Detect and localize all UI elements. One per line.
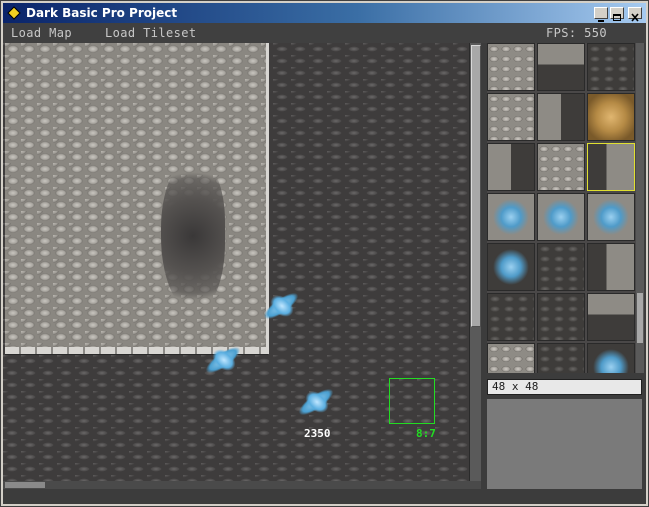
- minimize-icon: [598, 20, 604, 22]
- status-strip: [3, 489, 646, 504]
- tileset-vertical-scrollbar[interactable]: [636, 43, 644, 373]
- app-canvas: Load Map Load Tileset FPS: 550 2350 8:7: [3, 23, 646, 504]
- tileset-tile[interactable]: [587, 343, 635, 373]
- tileset-tile[interactable]: [487, 93, 535, 141]
- tileset-tile-selected[interactable]: [587, 143, 635, 191]
- map-horizontal-scroll-thumb[interactable]: [5, 482, 45, 488]
- maximize-icon: [613, 14, 621, 21]
- load-map-button[interactable]: Load Map: [11, 26, 72, 40]
- fps-counter: FPS: 550: [546, 26, 607, 40]
- tileset-tile[interactable]: [537, 193, 585, 241]
- tileset-tile[interactable]: [587, 193, 635, 241]
- app-icon: [7, 6, 21, 20]
- cobblestone-region: [5, 43, 268, 347]
- tileset-tile[interactable]: [487, 243, 535, 291]
- tile-size-label: 48 x 48: [492, 380, 539, 393]
- tileset-tile[interactable]: [537, 243, 585, 291]
- tileset-tile[interactable]: [487, 143, 535, 191]
- tileset-tile[interactable]: [487, 193, 535, 241]
- tileset-scroll-thumb[interactable]: [637, 293, 643, 343]
- tileset-tile[interactable]: [487, 293, 535, 341]
- tileset-tile[interactable]: [587, 293, 635, 341]
- water-puddle: [295, 384, 337, 420]
- cursor-coordinate-label: 8:7: [416, 427, 436, 440]
- load-tileset-button[interactable]: Load Tileset: [105, 26, 197, 40]
- application-window: Dark Basic Pro Project Load Map Load Til…: [0, 0, 649, 507]
- tileset-tile[interactable]: [587, 93, 635, 141]
- tileset-panel: 48 x 48: [481, 43, 646, 489]
- tileset-tile[interactable]: [587, 243, 635, 291]
- tileset-tile[interactable]: [487, 43, 535, 91]
- crater-patch: [161, 161, 225, 311]
- map-vertical-scrollbar[interactable]: [469, 43, 481, 481]
- water-puddle: [260, 288, 302, 324]
- tile-size-field[interactable]: 48 x 48: [487, 379, 642, 395]
- tileset-tile[interactable]: [537, 93, 585, 141]
- tileset-tile[interactable]: [587, 43, 635, 91]
- map-horizontal-scrollbar[interactable]: [3, 481, 481, 489]
- menu-bar: Load Map Load Tileset FPS: 550: [3, 23, 646, 43]
- tileset-tile[interactable]: [537, 293, 585, 341]
- tileset-tile[interactable]: [487, 343, 535, 373]
- map-vertical-scroll-thumb[interactable]: [471, 45, 481, 327]
- tile-cursor: [389, 378, 435, 424]
- map-view[interactable]: 2350 8:7: [3, 43, 469, 481]
- title-bar[interactable]: Dark Basic Pro Project: [3, 3, 646, 23]
- tileset-tile[interactable]: [537, 143, 585, 191]
- tileset-tile[interactable]: [537, 343, 585, 373]
- maximize-button[interactable]: [610, 7, 624, 21]
- tileset-grid[interactable]: [487, 43, 636, 373]
- minimize-button[interactable]: [594, 7, 608, 22]
- entity-id-label: 2350: [304, 427, 331, 440]
- close-button[interactable]: [628, 7, 642, 22]
- water-puddle: [202, 342, 244, 378]
- tileset-tile[interactable]: [537, 43, 585, 91]
- close-icon: [631, 13, 639, 22]
- window-title: Dark Basic Pro Project: [26, 6, 178, 20]
- tileset-info-area: [487, 399, 642, 489]
